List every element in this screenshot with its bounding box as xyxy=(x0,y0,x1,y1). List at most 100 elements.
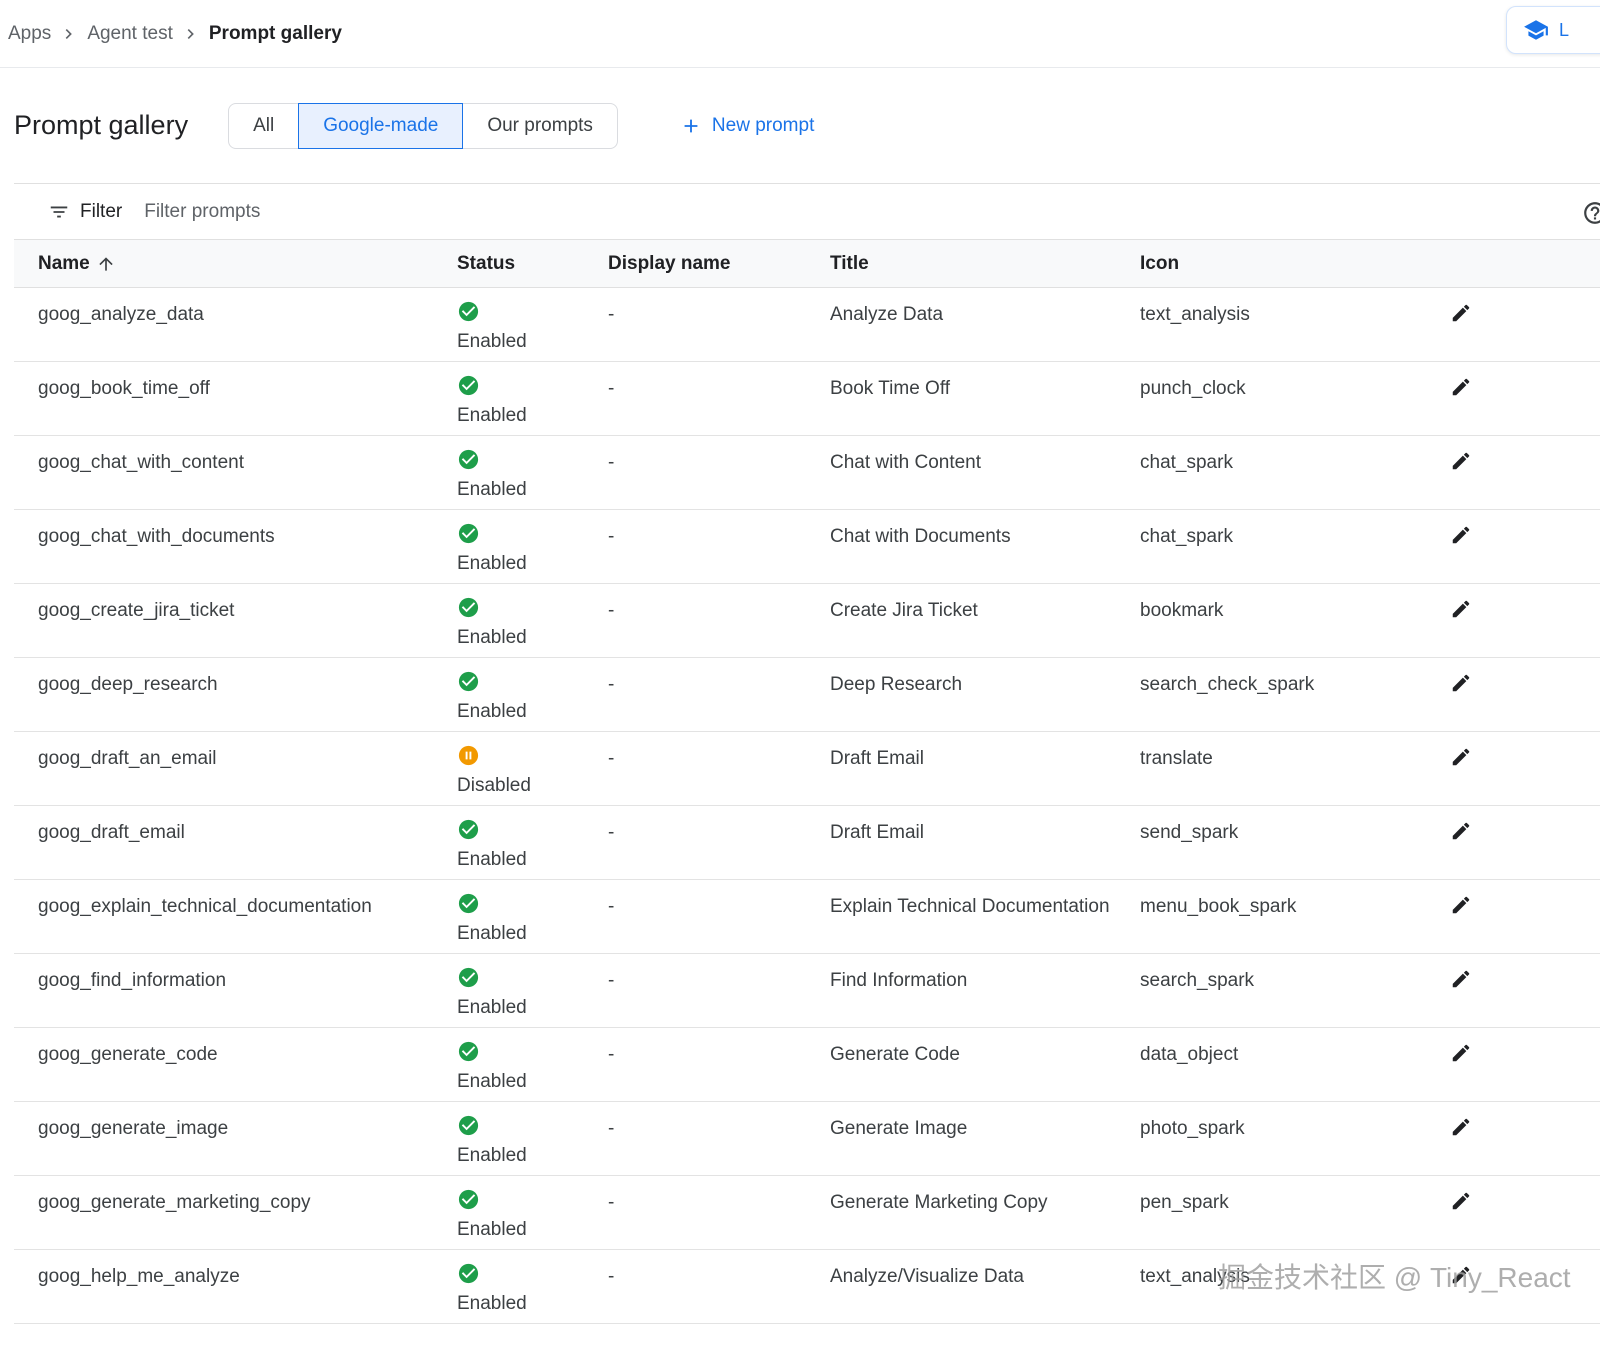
display-name: - xyxy=(608,1040,830,1101)
actions-cell xyxy=(1440,374,1600,435)
check-circle-icon xyxy=(457,818,480,841)
column-header-status[interactable]: Status xyxy=(457,253,608,275)
edit-button[interactable] xyxy=(1448,1040,1474,1066)
status-label: Enabled xyxy=(457,401,592,430)
filter-icon[interactable] xyxy=(48,201,70,223)
prompt-status: Enabled xyxy=(457,1188,608,1249)
table-row[interactable]: goog_draft_an_email Disabled - Draft Ema… xyxy=(14,732,1600,806)
edit-button[interactable] xyxy=(1448,596,1474,622)
table-row[interactable]: goog_deep_research Enabled - Deep Resear… xyxy=(14,658,1600,732)
edit-button[interactable] xyxy=(1448,966,1474,992)
prompt-icon-name: search_check_spark xyxy=(1140,670,1440,731)
tab-group: All Google-made Our prompts xyxy=(228,103,618,149)
status-label: Disabled xyxy=(457,771,592,800)
pencil-icon xyxy=(1450,302,1472,324)
display-name: - xyxy=(608,1114,830,1175)
status-icon xyxy=(457,744,480,767)
status-label: Enabled xyxy=(457,623,592,652)
table-row[interactable]: goog_analyze_data Enabled - Analyze Data… xyxy=(14,288,1600,362)
status-label: Enabled xyxy=(457,549,592,578)
check-circle-icon xyxy=(457,966,480,989)
prompt-icon-name: data_object xyxy=(1140,1040,1440,1101)
table-row[interactable]: goog_book_time_off Enabled - Book Time O… xyxy=(14,362,1600,436)
breadcrumb-current: Prompt gallery xyxy=(209,23,342,45)
tab-google-made[interactable]: Google-made xyxy=(298,103,463,149)
new-prompt-button[interactable]: New prompt xyxy=(680,115,814,137)
breadcrumb-apps[interactable]: Apps xyxy=(8,23,51,45)
prompt-icon-name: chat_spark xyxy=(1140,522,1440,583)
prompt-icon-name: text_analysis xyxy=(1140,300,1440,361)
table-row[interactable]: goog_generate_image Enabled - Generate I… xyxy=(14,1102,1600,1176)
tab-our-prompts[interactable]: Our prompts xyxy=(462,103,618,149)
prompt-name: goog_chat_with_documents xyxy=(38,522,457,583)
tab-all[interactable]: All xyxy=(228,103,299,149)
status-label: Enabled xyxy=(457,1141,592,1170)
pencil-icon xyxy=(1450,894,1472,916)
breadcrumb-agent-test[interactable]: Agent test xyxy=(87,23,173,45)
edit-button[interactable] xyxy=(1448,300,1474,326)
status-label: Enabled xyxy=(457,327,592,356)
table-row[interactable]: goog_chat_with_content Enabled - Chat wi… xyxy=(14,436,1600,510)
edit-button[interactable] xyxy=(1448,1114,1474,1140)
display-name: - xyxy=(608,522,830,583)
actions-cell xyxy=(1440,1262,1600,1323)
corner-button[interactable]: L xyxy=(1506,6,1600,54)
edit-button[interactable] xyxy=(1448,670,1474,696)
status-icon xyxy=(457,892,480,915)
table-row[interactable]: goog_chat_with_documents Enabled - Chat … xyxy=(14,510,1600,584)
status-label: Enabled xyxy=(457,475,592,504)
help-icon[interactable] xyxy=(1582,200,1600,226)
edit-button[interactable] xyxy=(1448,448,1474,474)
edit-button[interactable] xyxy=(1448,1188,1474,1214)
column-header-icon[interactable]: Icon xyxy=(1140,253,1440,275)
table-row[interactable]: goog_generate_code Enabled - Generate Co… xyxy=(14,1028,1600,1102)
prompt-status: Enabled xyxy=(457,892,608,953)
prompt-title: Generate Code xyxy=(830,1040,1140,1101)
edit-button[interactable] xyxy=(1448,892,1474,918)
table-row[interactable]: goog_generate_marketing_copy Enabled - G… xyxy=(14,1176,1600,1250)
column-header-name[interactable]: Name xyxy=(38,253,457,275)
prompt-title: Generate Image xyxy=(830,1114,1140,1175)
table-row[interactable]: goog_create_jira_ticket Enabled - Create… xyxy=(14,584,1600,658)
actions-cell xyxy=(1440,1040,1600,1101)
new-prompt-label: New prompt xyxy=(712,115,814,137)
table-row[interactable]: goog_find_information Enabled - Find Inf… xyxy=(14,954,1600,1028)
prompt-icon-name: punch_clock xyxy=(1140,374,1440,435)
prompt-title: Generate Marketing Copy xyxy=(830,1188,1140,1249)
table-body: goog_analyze_data Enabled - Analyze Data… xyxy=(14,288,1600,1324)
actions-cell xyxy=(1440,670,1600,731)
filter-input[interactable] xyxy=(144,201,564,223)
prompt-title: Analyze Data xyxy=(830,300,1140,361)
display-name: - xyxy=(608,448,830,509)
display-name: - xyxy=(608,1188,830,1249)
check-circle-icon xyxy=(457,448,480,471)
table-row[interactable]: goog_draft_email Enabled - Draft Email s… xyxy=(14,806,1600,880)
status-label: Enabled xyxy=(457,845,592,874)
table-row[interactable]: goog_explain_technical_documentation Ena… xyxy=(14,880,1600,954)
prompt-status: Enabled xyxy=(457,818,608,879)
corner-button-label: L xyxy=(1559,20,1569,41)
edit-button[interactable] xyxy=(1448,374,1474,400)
pencil-icon xyxy=(1450,1116,1472,1138)
prompt-icon-name: chat_spark xyxy=(1140,448,1440,509)
filter-label[interactable]: Filter xyxy=(80,201,122,223)
edit-button[interactable] xyxy=(1448,522,1474,548)
table-row[interactable]: goog_help_me_analyze Enabled - Analyze/V… xyxy=(14,1250,1600,1324)
status-icon xyxy=(457,300,480,323)
status-label: Enabled xyxy=(457,697,592,726)
edit-button[interactable] xyxy=(1448,818,1474,844)
status-label: Enabled xyxy=(457,919,592,948)
prompt-title: Draft Email xyxy=(830,744,1140,805)
pencil-icon xyxy=(1450,376,1472,398)
check-circle-icon xyxy=(457,300,480,323)
edit-button[interactable] xyxy=(1448,1262,1474,1288)
pencil-icon xyxy=(1450,524,1472,546)
column-header-title[interactable]: Title xyxy=(830,253,1140,275)
pause-circle-icon xyxy=(457,744,480,767)
edit-button[interactable] xyxy=(1448,744,1474,770)
prompt-title: Find Information xyxy=(830,966,1140,1027)
pencil-icon xyxy=(1450,450,1472,472)
breadcrumb: Apps Agent test Prompt gallery L xyxy=(0,0,1600,68)
filter-bar: Filter xyxy=(14,183,1600,240)
column-header-display-name[interactable]: Display name xyxy=(608,253,830,275)
